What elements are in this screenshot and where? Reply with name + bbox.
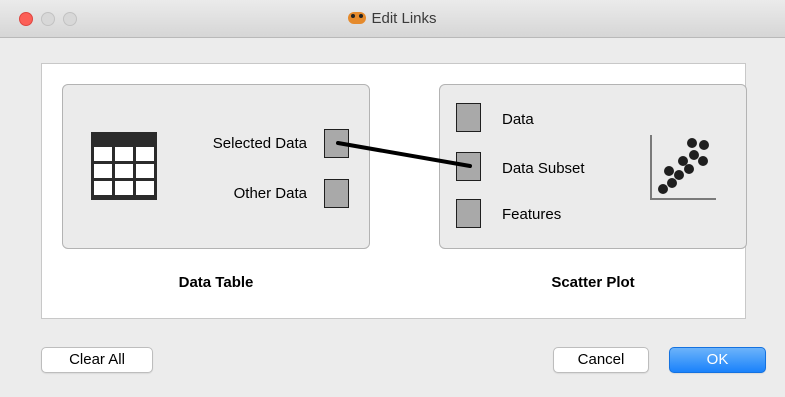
table-icon [91, 132, 157, 200]
data-port[interactable] [456, 103, 481, 132]
selected-data-port[interactable] [324, 129, 349, 158]
clear-all-button[interactable]: Clear All [41, 347, 153, 373]
features-port[interactable] [456, 199, 481, 228]
data-subset-port[interactable] [456, 152, 481, 181]
selected-data-label: Selected Data [212, 135, 307, 152]
scatter-plot-icon [650, 135, 716, 200]
ok-button[interactable]: OK [669, 347, 766, 373]
other-data-label: Other Data [233, 185, 307, 202]
scatter-plot-caption: Scatter Plot [551, 274, 635, 291]
edit-links-window: Edit Links Selected Data Other Data Data… [0, 0, 785, 397]
data-table-panel: Selected Data Other Data [62, 84, 370, 249]
title-bar[interactable]: Edit Links [0, 0, 785, 38]
data-subset-label: Data Subset [502, 160, 585, 177]
scatter-plot-panel: Data Data Subset Features [439, 84, 747, 249]
window-title-container: Edit Links [0, 10, 785, 27]
cancel-button[interactable]: Cancel [553, 347, 649, 373]
data-label: Data [502, 111, 534, 128]
other-data-port[interactable] [324, 179, 349, 208]
glue-icon [348, 11, 367, 25]
window-title: Edit Links [371, 10, 437, 27]
data-table-caption: Data Table [178, 274, 254, 291]
features-label: Features [502, 206, 562, 223]
links-canvas: Selected Data Other Data Data Table Data… [41, 63, 747, 319]
